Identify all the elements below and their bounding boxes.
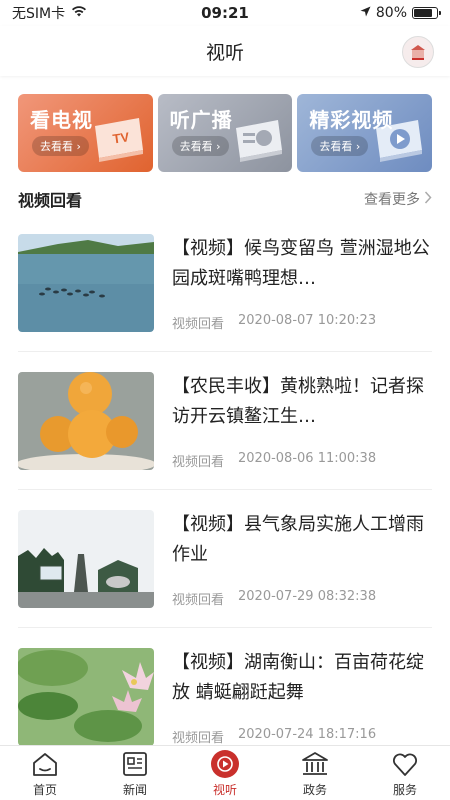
- government-icon: [300, 749, 330, 779]
- battery-level: [414, 9, 432, 17]
- news-icon: [122, 749, 148, 779]
- list-item[interactable]: 【视频】候鸟变留鸟 萱洲湿地公园成斑嘴鸭理想… 视频回看 2020-08-07 …: [18, 214, 432, 352]
- clock: 09:21: [201, 4, 249, 22]
- location-icon: [360, 5, 371, 21]
- video-title[interactable]: 【视频】候鸟变留鸟 萱洲湿地公园成斑嘴鸭理想…: [172, 234, 432, 294]
- video-date: 2020-07-29 08:32:38: [238, 588, 377, 604]
- card-label: 听广播: [169, 108, 233, 132]
- tab-news[interactable]: 新闻: [90, 746, 180, 800]
- tab-audiovisual[interactable]: 视听: [180, 746, 270, 800]
- video-date: 2020-08-07 10:20:23: [238, 312, 377, 328]
- section-header: 视频回看 查看更多: [18, 184, 432, 214]
- view-more-link[interactable]: 查看更多: [364, 189, 432, 209]
- tab-label: 视听: [212, 782, 237, 797]
- video-tag: 视频回看: [172, 316, 225, 332]
- video-title[interactable]: 【视频】县气象局实施人工增雨作业: [172, 510, 432, 570]
- battery-icon: [412, 7, 441, 19]
- battery-text: 80%: [375, 5, 407, 21]
- view-more-label: 查看更多: [364, 192, 420, 208]
- chevron-right-icon: [424, 190, 432, 208]
- card-label: 看电视: [30, 108, 93, 132]
- section-title: 视频回看: [18, 191, 83, 210]
- tab-home[interactable]: 首页: [0, 746, 90, 800]
- video-date: 2020-07-24 18:17:16: [238, 727, 377, 742]
- thumbnail-weather[interactable]: [18, 509, 154, 608]
- tab-label: 首页: [32, 782, 57, 797]
- play-circle-icon: [210, 749, 240, 779]
- video-tag: 视频回看: [172, 454, 225, 470]
- heart-icon: [391, 749, 419, 779]
- listen-radio-card[interactable]: 听广播 去看看 ›: [157, 94, 293, 172]
- video-title[interactable]: 【农民丰收】黄桃熟啦！记者探访开云镇鳌江生…: [172, 372, 432, 432]
- go-button[interactable]: 去看看 ›: [32, 136, 89, 156]
- video-tag: 视频回看: [172, 592, 225, 608]
- page-title: 视听: [205, 41, 244, 64]
- video-tag: 视频回看: [172, 731, 225, 746]
- featured-video-card[interactable]: 精彩视频 去看看 ›: [297, 94, 433, 172]
- avatar[interactable]: [402, 36, 434, 68]
- carrier-text: 无SIM卡: [12, 6, 66, 22]
- status-bar: 无SIM卡 09:21 80%: [0, 0, 450, 26]
- video-title[interactable]: 【视频】湖南衡山：百亩荷花绽放 蜻蜓翩跹起舞: [172, 648, 432, 708]
- wifi-icon: [71, 5, 87, 21]
- bottom-tab-bar: 首页 新闻 视听 政务 服务: [0, 745, 450, 800]
- top-nav: 视听: [0, 26, 450, 76]
- watch-tv-card[interactable]: 看电视 去看看 › TV: [18, 94, 153, 172]
- card-label: 精彩视频: [309, 108, 394, 132]
- video-list: 【视频】候鸟变留鸟 萱洲湿地公园成斑嘴鸭理想… 视频回看 2020-08-07 …: [18, 214, 432, 766]
- list-item[interactable]: 【视频】县气象局实施人工增雨作业 视频回看 2020-07-29 08:32:3…: [18, 490, 432, 628]
- tab-label: 政务: [302, 782, 327, 797]
- video-date: 2020-08-06 11:00:38: [238, 450, 377, 466]
- thumbnail-lotus[interactable]: [18, 648, 154, 746]
- tab-government[interactable]: 政务: [270, 746, 360, 800]
- tab-services[interactable]: 服务: [360, 746, 450, 800]
- tab-label: 新闻: [122, 782, 147, 797]
- go-button[interactable]: 去看看 ›: [311, 136, 369, 156]
- home-icon: [31, 749, 59, 779]
- list-item[interactable]: 【农民丰收】黄桃熟啦！记者探访开云镇鳌江生… 视频回看 2020-08-06 1…: [18, 352, 432, 490]
- category-cards: 看电视 去看看 › TV 听广播 去看看 › 精彩视频 去看看 ›: [18, 94, 433, 172]
- go-button[interactable]: 去看看 ›: [171, 136, 229, 156]
- tab-label: 服务: [392, 782, 417, 797]
- thumbnail-wetland[interactable]: [18, 233, 154, 332]
- thumbnail-peaches[interactable]: [18, 371, 154, 470]
